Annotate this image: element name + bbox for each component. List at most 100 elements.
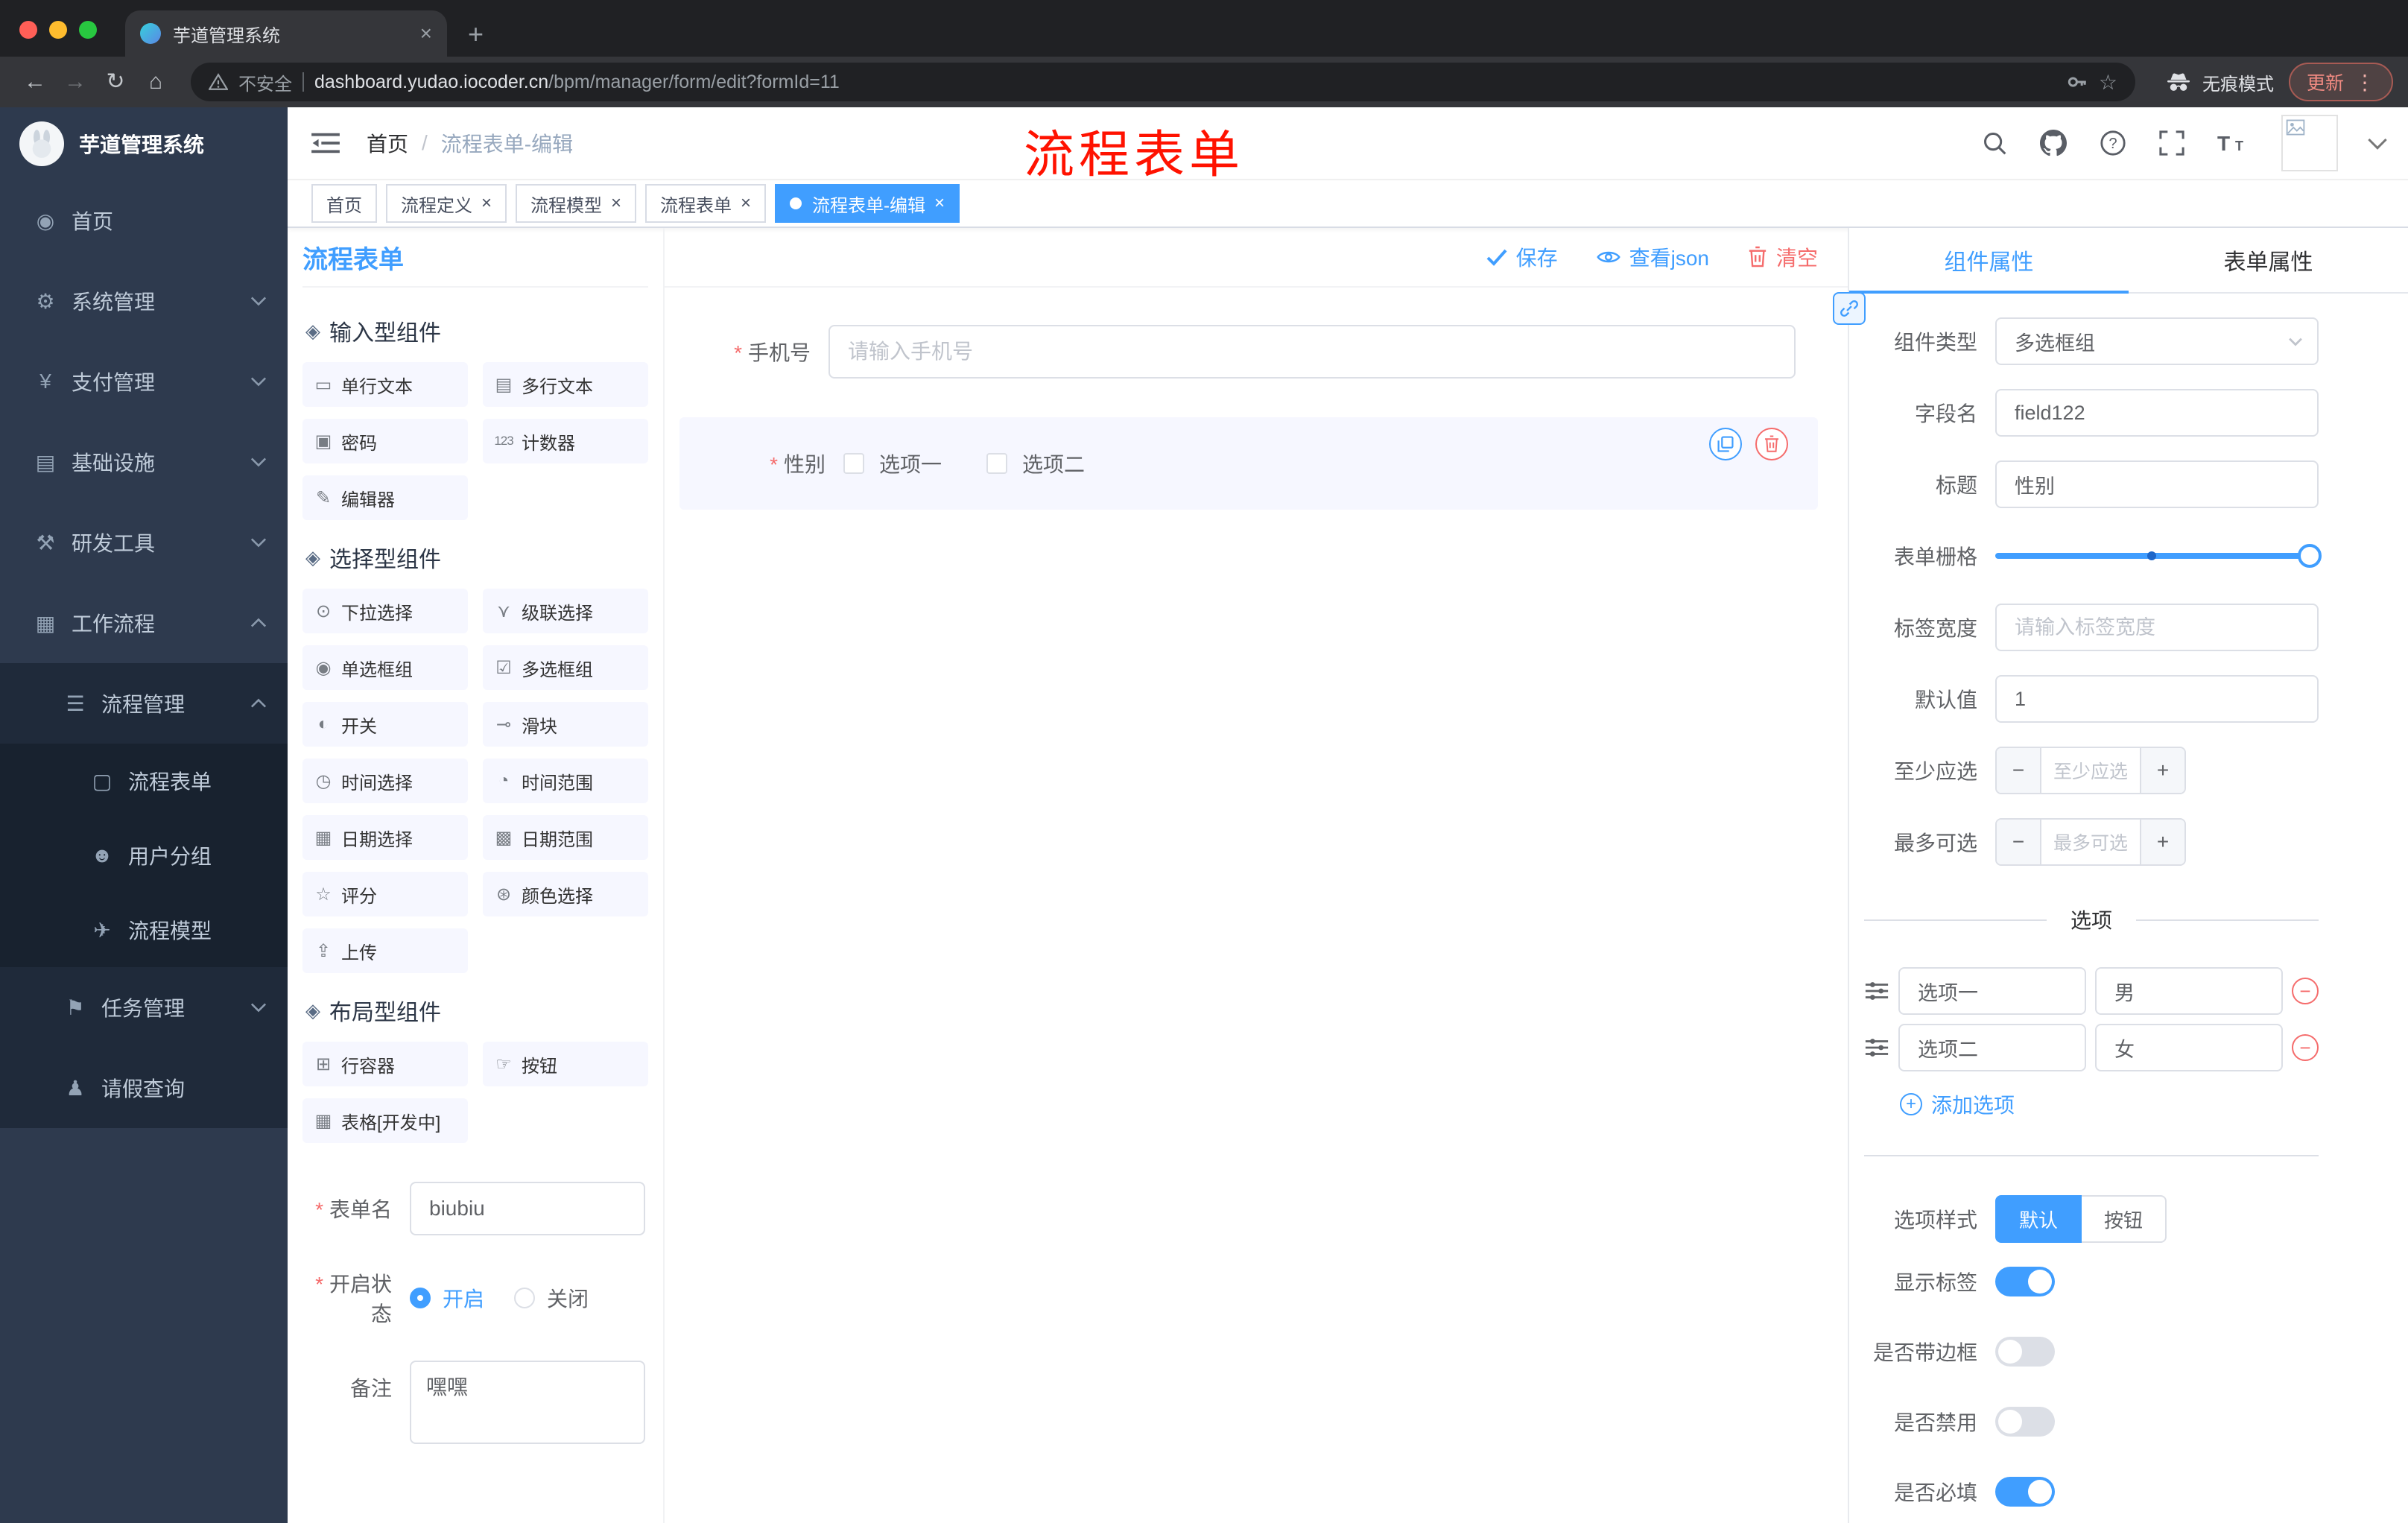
palette-item-rate[interactable]: ☆ 评分	[302, 872, 468, 916]
save-button[interactable]: 保存	[1486, 242, 1558, 272]
palette-item-upload[interactable]: ⇪ 上传	[302, 928, 468, 973]
tab-component-props[interactable]: 组件属性	[1849, 228, 2129, 294]
slider-knob[interactable]	[2298, 544, 2322, 568]
window-minimize-button[interactable]	[49, 21, 67, 39]
disabled-switch[interactable]	[1995, 1407, 2055, 1437]
fullscreen-icon[interactable]	[2159, 130, 2184, 156]
min-select-value[interactable]: 至少应选	[2041, 748, 2140, 793]
tag-close-icon[interactable]: ×	[481, 194, 492, 212]
sidebar-item-leave-query[interactable]: ♟ 请假查询	[0, 1048, 288, 1128]
required-switch[interactable]	[1995, 1477, 2055, 1507]
style-default-button[interactable]: 默认	[1995, 1195, 2082, 1243]
field-name-input[interactable]	[1995, 389, 2319, 437]
palette-item-date-range[interactable]: ▩ 日期范围	[483, 815, 648, 860]
tag-process-definition[interactable]: 流程定义 ×	[386, 184, 507, 223]
help-icon[interactable]: ?	[2100, 130, 2126, 156]
max-select-value[interactable]: 最多可选	[2041, 820, 2140, 864]
sidebar-item-user-group[interactable]: ☻ 用户分组	[0, 818, 288, 893]
palette-item-time-range[interactable]: ◔ 时间范围	[483, 759, 648, 803]
sidebar-item-payment-management[interactable]: ¥ 支付管理	[0, 341, 288, 422]
label-width-input[interactable]	[1995, 604, 2319, 651]
phone-field-widget[interactable]: 手机号	[679, 325, 1818, 379]
increase-button[interactable]: +	[2140, 820, 2184, 864]
sidebar-item-process-model[interactable]: ✈ 流程模型	[0, 893, 288, 967]
palette-item-button[interactable]: ☞ 按钮	[483, 1042, 648, 1086]
tag-process-form[interactable]: 流程表单 ×	[645, 184, 767, 223]
palette-item-date-picker[interactable]: ▦ 日期选择	[302, 815, 468, 860]
palette-item-color-picker[interactable]: ⊛ 颜色选择	[483, 872, 648, 916]
sidebar-item-task-management[interactable]: ⚑ 任务管理	[0, 967, 288, 1048]
search-icon[interactable]	[1982, 130, 2007, 156]
option-value-input[interactable]	[2095, 1024, 2283, 1071]
show-label-switch[interactable]	[1995, 1267, 2055, 1296]
phone-input[interactable]	[828, 325, 1796, 379]
new-tab-button[interactable]: +	[468, 21, 484, 48]
browser-menu-icon[interactable]: ⋮	[2354, 70, 2375, 95]
status-off-radio[interactable]: 关闭	[514, 1283, 589, 1313]
palette-item-slider[interactable]: ⊸ 滑块	[483, 702, 648, 747]
tag-close-icon[interactable]: ×	[611, 194, 621, 212]
bookmark-star-icon[interactable]: ☆	[2099, 70, 2117, 95]
palette-item-checkbox-group[interactable]: ☑ 多选框组	[483, 645, 648, 690]
view-json-button[interactable]: 查看json	[1596, 242, 1709, 272]
forward-button[interactable]: →	[55, 71, 95, 93]
address-bar[interactable]: 不安全 dashboard.yudao.iocoder.cn/bpm/manag…	[191, 63, 2135, 101]
palette-item-switch[interactable]: ◐ 开关	[302, 702, 468, 747]
gender-checkbox-option2[interactable]: 选项二	[986, 449, 1085, 478]
tab-form-props[interactable]: 表单属性	[2129, 228, 2408, 292]
copy-widget-button[interactable]	[1709, 428, 1742, 460]
security-label[interactable]: 不安全	[238, 69, 292, 95]
drag-handle-icon[interactable]	[1864, 981, 1889, 1001]
avatar[interactable]	[2281, 115, 2338, 171]
browser-update-button[interactable]: 更新 ⋮	[2288, 63, 2393, 101]
clear-button[interactable]: 清空	[1748, 242, 1818, 272]
title-input[interactable]	[1995, 460, 2319, 508]
form-grid-slider[interactable]	[1995, 532, 2322, 580]
password-key-icon[interactable]	[2066, 71, 2088, 93]
sidebar-item-process-management[interactable]: ☰ 流程管理	[0, 663, 288, 744]
option-label-input[interactable]	[1898, 1024, 2086, 1071]
sidebar-item-home[interactable]: ◉ 首页	[0, 180, 288, 261]
sidebar-item-workflow[interactable]: ▦ 工作流程	[0, 583, 288, 663]
tag-close-icon[interactable]: ×	[934, 194, 945, 212]
palette-item-time-picker[interactable]: ◷ 时间选择	[302, 759, 468, 803]
increase-button[interactable]: +	[2140, 748, 2184, 793]
default-value-input[interactable]	[1995, 675, 2319, 723]
remove-option-button[interactable]: −	[2292, 1034, 2319, 1061]
add-option-button[interactable]: + 添加选项	[1900, 1089, 2319, 1119]
font-size-icon[interactable]: TT	[2217, 131, 2249, 155]
reload-button[interactable]: ↻	[95, 71, 136, 93]
option-label-input[interactable]	[1898, 967, 2086, 1015]
url-text[interactable]: dashboard.yudao.iocoder.cn/bpm/manager/f…	[314, 72, 2056, 93]
palette-item-table[interactable]: ▦ 表格[开发中]	[302, 1098, 468, 1143]
slider-track[interactable]	[1995, 544, 2322, 568]
gender-field-widget-selected[interactable]: 性别 选项一 选项二	[679, 417, 1818, 510]
palette-item-select[interactable]: ⊙ 下拉选择	[302, 589, 468, 633]
palette-item-editor[interactable]: ✎ 编辑器	[302, 475, 468, 520]
decrease-button[interactable]: −	[1997, 820, 2041, 864]
home-button[interactable]: ⌂	[136, 71, 176, 93]
window-zoom-button[interactable]	[79, 21, 97, 39]
github-icon[interactable]	[2040, 130, 2067, 156]
sidebar-item-system-management[interactable]: ⚙ 系统管理	[0, 261, 288, 341]
sidebar-item-dev-tools[interactable]: ⚒ 研发工具	[0, 502, 288, 583]
tag-close-icon[interactable]: ×	[741, 194, 751, 212]
drag-handle-icon[interactable]	[1864, 1037, 1889, 1058]
tab-close-icon[interactable]: ×	[420, 23, 432, 44]
link-button[interactable]	[1833, 292, 1866, 325]
form-remark-textarea[interactable]: 嘿嘿	[410, 1361, 645, 1444]
option-value-input[interactable]	[2095, 967, 2283, 1015]
breadcrumb-home[interactable]: 首页	[367, 128, 408, 158]
avatar-dropdown-caret-icon[interactable]	[2368, 130, 2387, 150]
delete-widget-button[interactable]	[1755, 428, 1788, 460]
sidebar-item-process-form[interactable]: ▢ 流程表单	[0, 744, 288, 818]
palette-item-counter[interactable]: 123 计数器	[483, 419, 648, 463]
browser-tab[interactable]: 芋道管理系统 ×	[125, 10, 447, 57]
palette-item-row-container[interactable]: ⊞ 行容器	[302, 1042, 468, 1086]
status-on-radio[interactable]: 开启	[410, 1283, 484, 1313]
component-type-select[interactable]: 多选框组	[1995, 317, 2319, 365]
window-close-button[interactable]	[19, 21, 37, 39]
palette-item-cascader[interactable]: ⋎ 级联选择	[483, 589, 648, 633]
form-name-input[interactable]	[410, 1182, 645, 1235]
sidebar-collapse-button[interactable]	[294, 130, 358, 156]
